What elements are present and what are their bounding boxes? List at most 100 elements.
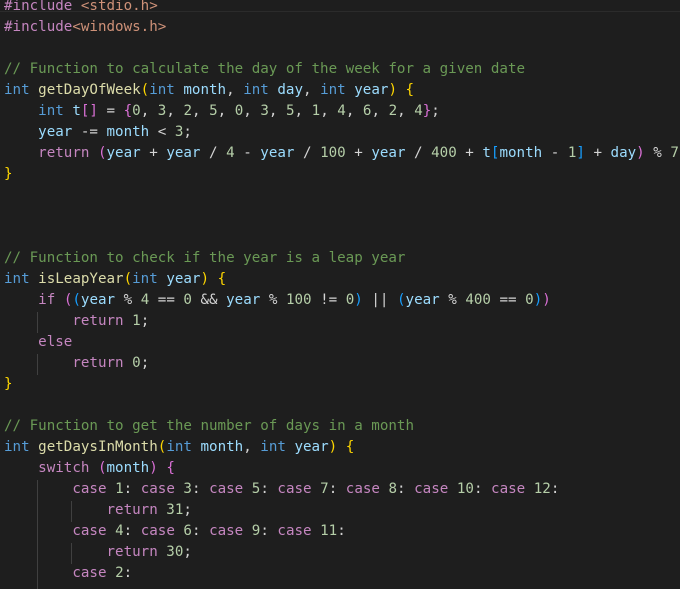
code-token: 7 xyxy=(670,145,679,161)
code-token: year xyxy=(226,292,261,308)
code-line[interactable]: return 30; xyxy=(4,542,192,563)
code-token: int xyxy=(320,82,346,98)
code-token: , xyxy=(303,82,321,98)
code-token: : xyxy=(123,523,141,539)
code-token: int xyxy=(166,439,192,455)
code-token: int xyxy=(4,439,30,455)
code-line[interactable]: #include<windows.h> xyxy=(4,17,166,38)
code-line[interactable]: return (year + year / 4 - year / 100 + y… xyxy=(4,143,680,164)
code-token: day xyxy=(610,145,637,161)
code-token: ( xyxy=(140,82,150,98)
code-token: case xyxy=(277,523,312,539)
code-token: int xyxy=(149,82,175,98)
code-line[interactable]: } xyxy=(4,374,13,395)
code-token: ) xyxy=(354,292,363,308)
code-token: if xyxy=(38,292,56,308)
code-token: - xyxy=(542,145,568,161)
code-line[interactable]: case 1: case 3: case 5: case 7: case 8: … xyxy=(4,479,559,500)
code-line[interactable]: int t[] = {0, 3, 2, 5, 0, 3, 5, 1, 4, 6,… xyxy=(4,101,440,122)
code-token: : xyxy=(191,523,210,539)
code-token: int xyxy=(4,82,30,98)
code-line[interactable]: if ((year % 4 == 0 && year % 100 != 0) |… xyxy=(4,290,551,311)
code-token: : xyxy=(123,565,133,581)
code-token: , xyxy=(371,103,389,119)
code-token: , xyxy=(243,103,261,119)
code-token: getDaysInMonth xyxy=(38,439,158,455)
code-token: 4 xyxy=(337,103,346,119)
code-line[interactable]: int getDayOfWeek(int month, int day, int… xyxy=(4,80,414,101)
code-line[interactable]: case 4: case 6: case 9: case 11: xyxy=(4,521,346,542)
code-token: 2 xyxy=(115,565,124,581)
code-line[interactable]: int getDaysInMonth(int month, int year) … xyxy=(4,437,354,458)
code-line[interactable]: } xyxy=(4,164,13,185)
code-token: 30 xyxy=(166,544,184,560)
code-line[interactable]: return 1; xyxy=(4,311,149,332)
code-line[interactable]: // Function to calculate the day of the … xyxy=(4,59,525,80)
code-line[interactable]: int isLeapYear(int year) { xyxy=(4,269,226,290)
code-token: 12 xyxy=(533,481,551,497)
code-line[interactable]: year -= month < 3; xyxy=(4,122,192,143)
code-token: int xyxy=(260,439,286,455)
code-token: : xyxy=(337,523,346,539)
code-token: , xyxy=(217,103,235,119)
code-line[interactable]: else xyxy=(4,332,72,353)
code-token: 8 xyxy=(388,481,398,497)
code-token: return xyxy=(38,145,90,161)
code-token: 31 xyxy=(166,502,184,518)
code-token: : xyxy=(260,523,278,539)
code-token: != xyxy=(311,292,346,308)
code-token: 7 xyxy=(320,481,329,497)
code-token: month xyxy=(106,124,150,140)
code-token: 400 xyxy=(465,292,491,308)
code-token: t xyxy=(482,145,491,161)
code-token: #include xyxy=(4,0,73,14)
code-line[interactable]: return 31; xyxy=(4,500,192,521)
code-editor[interactable]: #include <stdio.h> #include<windows.h>// … xyxy=(0,0,680,589)
code-token: return xyxy=(72,355,124,371)
code-token: : xyxy=(260,481,278,497)
code-token: : xyxy=(123,481,141,497)
code-line[interactable]: return 0; xyxy=(4,353,149,374)
code-token: else xyxy=(38,334,73,350)
code-token: return xyxy=(106,502,158,518)
code-line[interactable]: // Function to check if the year is a le… xyxy=(4,248,405,269)
code-token: day xyxy=(277,82,303,98)
code-token: : xyxy=(397,481,415,497)
code-token: ; xyxy=(140,355,150,371)
code-line[interactable]: switch (month) { xyxy=(4,458,175,479)
code-token: year xyxy=(294,439,329,455)
code-line[interactable]: case 2: xyxy=(4,563,132,584)
code-token: case xyxy=(414,481,449,497)
code-token: < xyxy=(149,124,175,140)
code-token: : xyxy=(550,481,560,497)
code-token: 4 xyxy=(226,145,235,161)
code-token: % xyxy=(260,292,286,308)
code-token: : xyxy=(473,481,492,497)
code-line[interactable]: // Function to get the number of days in… xyxy=(4,416,414,437)
code-token: 4 xyxy=(140,292,150,308)
code-token: month xyxy=(106,460,150,476)
code-token: #include xyxy=(4,19,73,35)
code-token: - xyxy=(234,145,261,161)
code-token: , xyxy=(243,439,261,455)
code-token: ) xyxy=(388,82,397,98)
code-token: 0 xyxy=(132,103,141,119)
code-token: , xyxy=(320,103,338,119)
code-token: <stdio.h> xyxy=(80,0,158,14)
code-token: 1 xyxy=(311,103,321,119)
code-line[interactable]: #include <stdio.h> xyxy=(4,0,158,17)
